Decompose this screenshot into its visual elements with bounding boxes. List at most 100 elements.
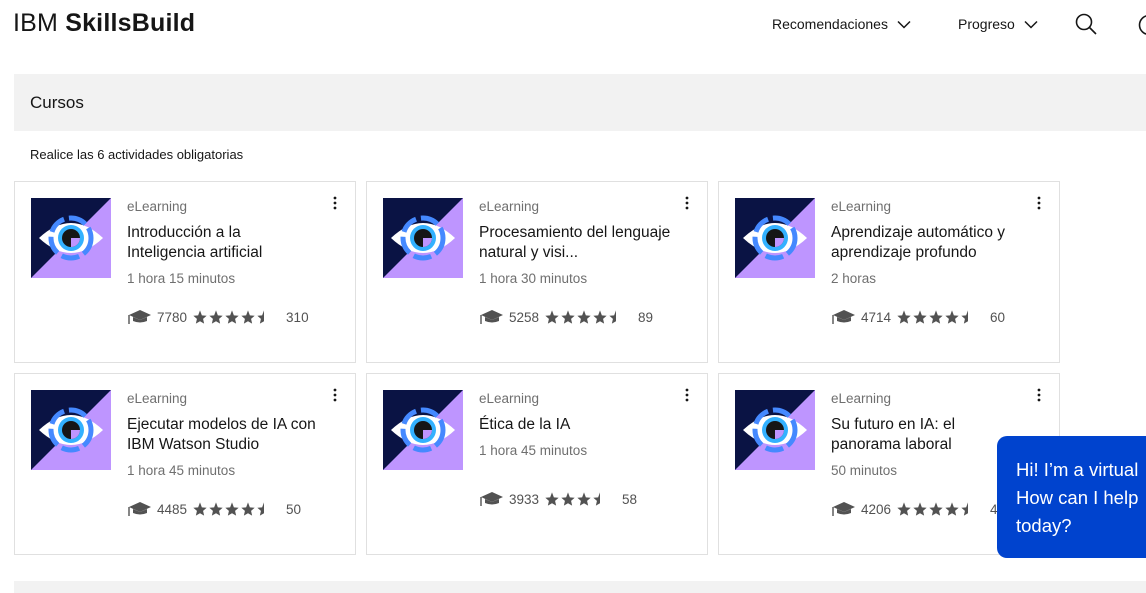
user-icon [1138, 15, 1146, 35]
course-title[interactable]: Ética de la IA [479, 415, 674, 435]
star-icon [225, 502, 239, 516]
brand-ibm: IBM [13, 9, 66, 37]
learners-count: 5258 [509, 309, 540, 325]
eye-ai-icon [735, 198, 815, 278]
overflow-menu-vertical-icon[interactable] [1033, 387, 1045, 403]
star-icon [577, 492, 591, 506]
course-title-text: Procesamiento del lenguaje natural y vis… [479, 224, 671, 261]
ratings-count: 310 [286, 309, 309, 325]
course-stats: 4485 50 [127, 500, 301, 518]
star-icon [929, 502, 943, 516]
star-icon [945, 310, 959, 324]
course-title[interactable]: Introducción a la Inteligencia artificia… [127, 223, 322, 263]
star-icon [545, 492, 559, 506]
star-icon [241, 310, 255, 324]
star-icon [257, 502, 265, 516]
graduation-cap-icon [832, 310, 855, 324]
course-duration: 50 minutos [831, 463, 898, 478]
course-type: eLearning [127, 391, 188, 406]
course-title[interactable]: Ejecutar modelos de IA con IBM Watson St… [127, 415, 322, 455]
eye-ai-icon [383, 198, 463, 278]
ratings-count: 50 [286, 501, 302, 517]
star-icon [257, 310, 265, 324]
courses-section-header: Cursos [14, 74, 1146, 131]
learners-count: 4206 [861, 501, 892, 517]
course-title[interactable]: Procesamiento del lenguaje natural y vis… [479, 223, 674, 263]
eye-ai-icon [31, 390, 111, 470]
course-type: eLearning [831, 391, 892, 406]
star-icon [193, 502, 207, 516]
graduation-cap-icon [128, 310, 151, 324]
brand-logo[interactable]: IBM SkillsBuild [13, 9, 195, 38]
course-card[interactable]: eLearning Ejecutar modelos de IA con IBM… [14, 373, 356, 555]
graduation-cap-icon [480, 492, 503, 506]
star-icon [897, 502, 911, 516]
nav-recommendations-label: Recomendaciones [772, 16, 888, 32]
star-icon [593, 310, 607, 324]
learners-count: 4485 [157, 501, 188, 517]
section-subtitle: Realice las 6 actividades obligatorias [30, 147, 244, 162]
eye-ai-icon [31, 198, 111, 278]
ratings-count: 60 [990, 309, 1006, 325]
overflow-menu-vertical-icon[interactable] [329, 387, 341, 403]
course-stats: 4714 60 [831, 308, 1005, 326]
course-duration: 1 hora 30 minutos [479, 271, 588, 286]
nav-progress[interactable]: Progreso [958, 16, 1038, 32]
star-icon [961, 310, 969, 324]
course-card[interactable]: eLearning Aprendizaje automático y apren… [718, 181, 1060, 363]
star-icon [545, 310, 559, 324]
learners-count: 7780 [157, 309, 188, 325]
star-icon [897, 310, 911, 324]
star-icon [913, 310, 927, 324]
rating-stars [544, 309, 624, 325]
star-icon [561, 492, 575, 506]
graduation-cap-icon [128, 502, 151, 516]
course-stats: 3933 58 [479, 490, 637, 508]
rating-stars [896, 309, 976, 325]
nav-recommendations[interactable]: Recomendaciones [772, 16, 911, 32]
rating-stars [192, 309, 272, 325]
course-type: eLearning [479, 199, 540, 214]
course-duration: 1 hora 45 minutos [127, 463, 236, 478]
overflow-menu-vertical-icon[interactable] [1033, 195, 1045, 211]
course-type: eLearning [479, 391, 540, 406]
overflow-menu-vertical-icon[interactable] [681, 195, 693, 211]
star-icon [209, 310, 223, 324]
course-stats: 4206 49 [831, 500, 1005, 518]
profile-button[interactable] [1138, 13, 1146, 42]
star-icon [241, 502, 255, 516]
overflow-menu-vertical-icon[interactable] [681, 387, 693, 403]
search-button[interactable] [1075, 13, 1097, 40]
star-icon [945, 502, 959, 516]
star-icon [609, 310, 617, 324]
course-card[interactable]: eLearning Introducción a la Inteligencia… [14, 181, 356, 363]
course-type: eLearning [127, 199, 188, 214]
rating-stars [896, 501, 976, 517]
learners-count: 3933 [509, 491, 540, 507]
search-icon [1075, 13, 1097, 35]
star-icon [209, 502, 223, 516]
eye-ai-icon [735, 390, 815, 470]
brand-skillsbuild: SkillsBuild [65, 9, 196, 37]
top-header: IBM SkillsBuild Recomendaciones Progreso [0, 0, 1146, 52]
course-card[interactable]: eLearning Ética de la IA 1 hora 45 minut… [366, 373, 708, 555]
chevron-down-icon [897, 20, 911, 29]
star-icon [561, 310, 575, 324]
star-icon [577, 310, 591, 324]
rating-stars [544, 491, 608, 507]
graduation-cap-icon [832, 502, 855, 516]
course-duration: 1 hora 45 minutos [479, 443, 588, 458]
eye-ai-icon [383, 390, 463, 470]
nav-progress-label: Progreso [958, 16, 1015, 32]
course-duration: 1 hora 15 minutos [127, 271, 236, 286]
rating-stars [192, 501, 272, 517]
star-icon [225, 310, 239, 324]
overflow-menu-vertical-icon[interactable] [329, 195, 341, 211]
star-icon [929, 310, 943, 324]
virtual-assistant-bubble[interactable]: Hi! I’m a virtual How can I help today? [997, 436, 1146, 558]
course-type: eLearning [831, 199, 892, 214]
course-title[interactable]: Aprendizaje automático y aprendizaje pro… [831, 223, 1026, 263]
course-card[interactable]: eLearning Procesamiento del lenguaje nat… [366, 181, 708, 363]
star-icon [593, 492, 601, 506]
course-duration: 2 horas [831, 271, 877, 286]
